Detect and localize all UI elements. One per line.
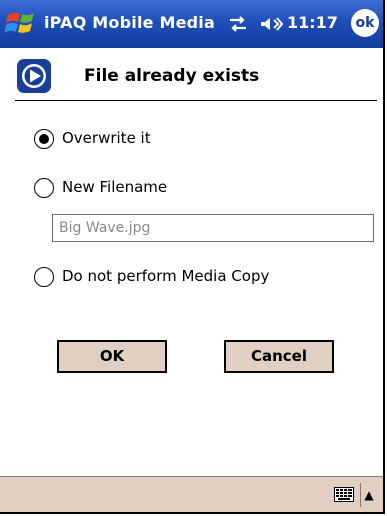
- skip-copy-label[interactable]: Do not perform Media Copy: [62, 267, 269, 285]
- input-panel-arrow[interactable]: ▲: [360, 483, 377, 507]
- menu-bar: ▲: [0, 476, 383, 512]
- speaker-volume-icon[interactable]: [259, 15, 283, 33]
- skip-copy-option[interactable]: Do not perform Media Copy: [34, 266, 334, 290]
- new-filename-option[interactable]: New Filename: [34, 177, 214, 201]
- overwrite-option[interactable]: Overwrite it: [34, 128, 194, 152]
- connectivity-arrows-icon[interactable]: [227, 15, 249, 33]
- dialog-title: File already exists: [84, 66, 260, 86]
- overwrite-label[interactable]: Overwrite it: [62, 129, 151, 147]
- skip-copy-radio[interactable]: [34, 267, 54, 287]
- radio-selected-dot: [39, 134, 49, 144]
- device-screen: iPAQ Mobile Media 11:17 ok File already …: [0, 0, 385, 514]
- title-bar: iPAQ Mobile Media 11:17 ok: [0, 0, 383, 48]
- clock[interactable]: 11:17: [287, 13, 338, 32]
- overwrite-radio[interactable]: [34, 129, 54, 149]
- cancel-button[interactable]: Cancel: [224, 340, 334, 373]
- ok-close-button[interactable]: ok: [351, 9, 379, 37]
- new-filename-radio[interactable]: [34, 178, 54, 198]
- media-play-icon: [17, 59, 51, 93]
- app-title: iPAQ Mobile Media: [44, 13, 215, 32]
- new-filename-label[interactable]: New Filename: [62, 178, 167, 196]
- windows-flag-icon[interactable]: [4, 6, 38, 40]
- ok-button[interactable]: OK: [57, 340, 167, 373]
- filename-input[interactable]: [52, 214, 374, 242]
- header-divider: [15, 100, 377, 101]
- keyboard-icon[interactable]: [334, 487, 354, 502]
